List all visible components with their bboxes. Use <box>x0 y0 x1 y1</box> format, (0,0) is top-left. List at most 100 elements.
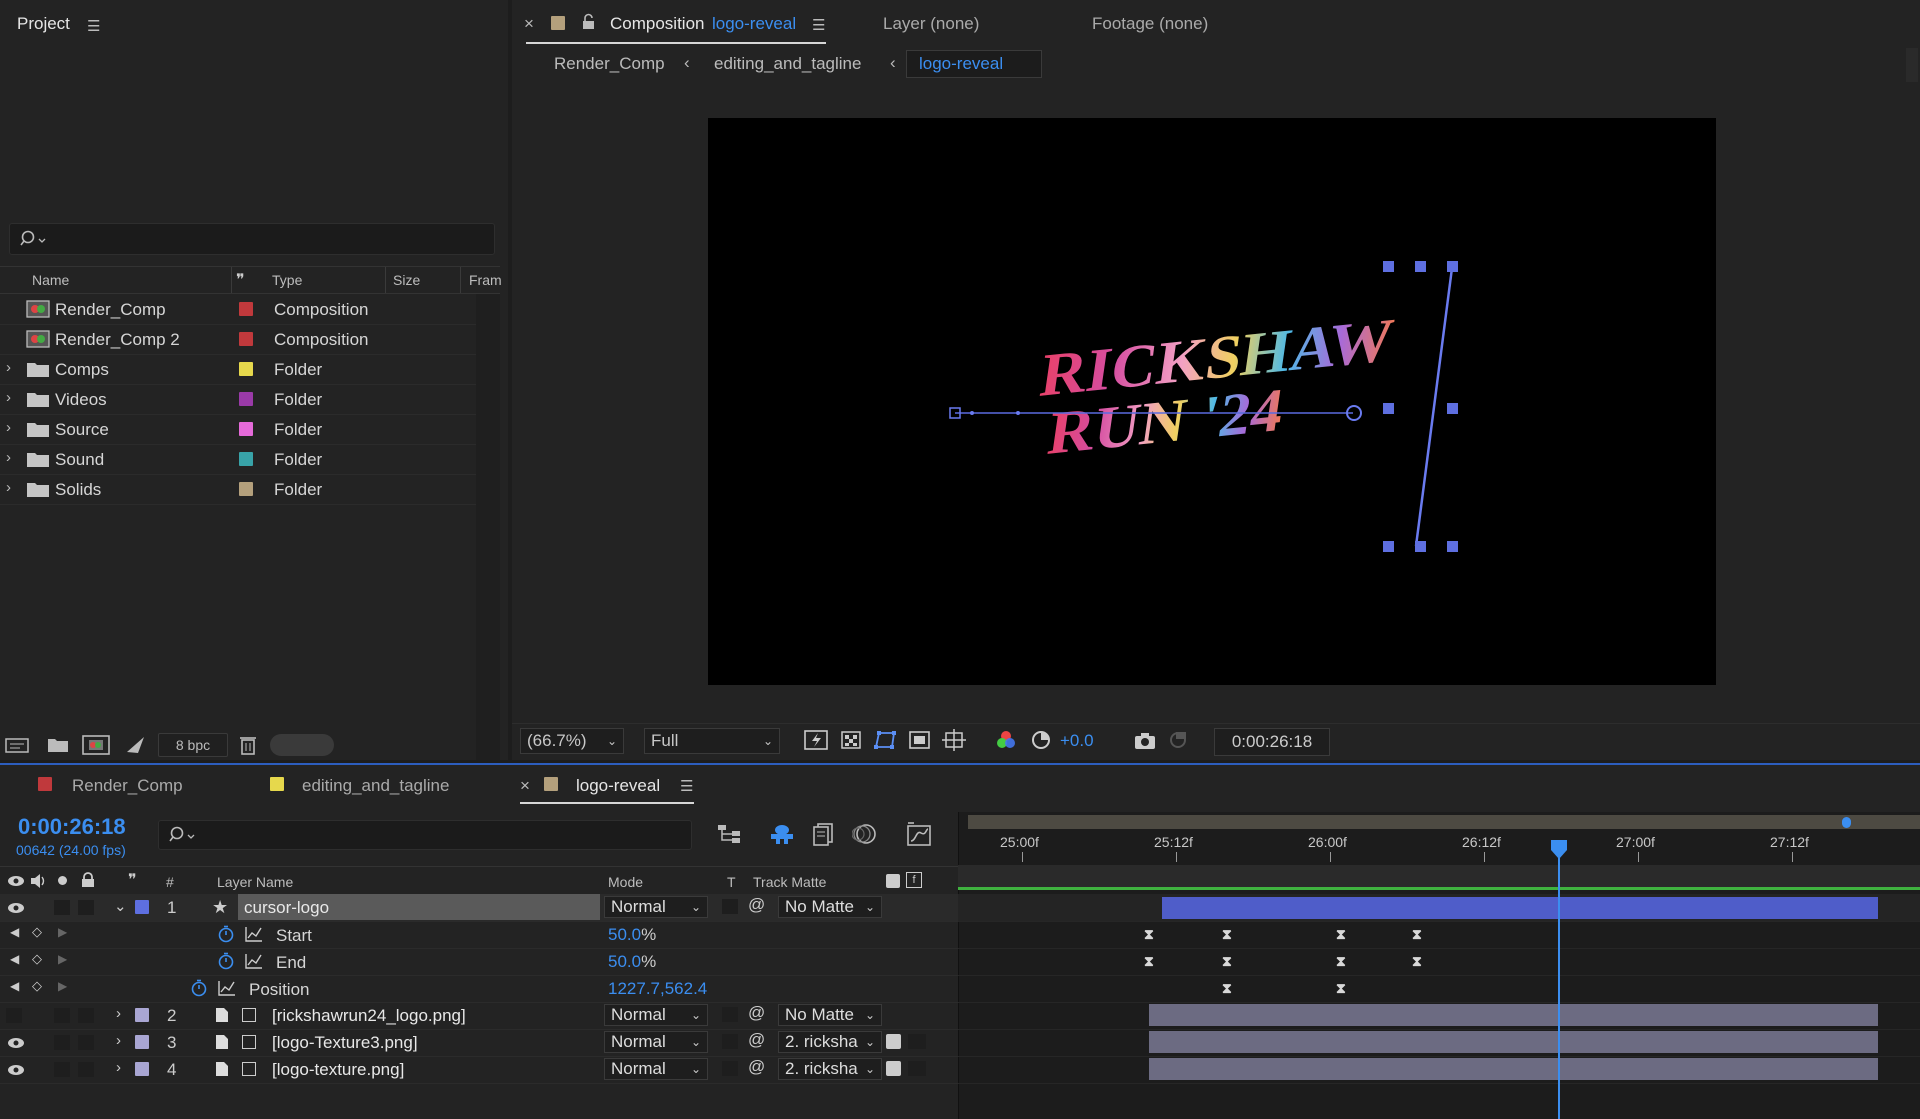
layer-row[interactable]: ⌄ 1 ★ cursor-logo Normal ⌄ @ No Matte ⌄ <box>0 894 958 922</box>
graph-icon[interactable] <box>218 980 236 996</box>
keyframe-marker[interactable]: ⧗ <box>1144 926 1154 943</box>
prev-keyframe-icon[interactable]: ◀ <box>10 952 19 966</box>
cursor-shape[interactable] <box>1414 267 1454 547</box>
timeline-search-input[interactable] <box>158 820 692 850</box>
fast-preview-icon[interactable] <box>804 729 830 751</box>
add-keyframe-icon[interactable]: ◇ <box>32 924 42 940</box>
chevron-right-icon[interactable]: › <box>116 1005 121 1022</box>
viewer-timecode[interactable]: 0:00:26:18 <box>1214 728 1330 756</box>
solo-box[interactable] <box>54 1035 70 1050</box>
col-layer-name[interactable]: Layer Name <box>217 874 293 890</box>
color-channels-icon[interactable] <box>994 729 1018 751</box>
label-color-swatch[interactable] <box>239 452 253 466</box>
current-time-display[interactable]: 0:00:26:18 <box>18 814 126 840</box>
time-ruler[interactable]: 25:00f 25:12f 26:00f 26:12f 27:00f 27:12f <box>968 832 1920 862</box>
project-item[interactable]: › Solids Folder <box>0 474 476 505</box>
new-folder-icon[interactable] <box>46 735 70 755</box>
switch-box-icon[interactable] <box>242 1008 256 1022</box>
matte-mask-icon[interactable] <box>886 874 900 888</box>
timeline-tab-logo-reveal[interactable]: × logo-reveal ☰ <box>520 774 694 804</box>
label-color-swatch[interactable] <box>239 362 253 376</box>
chevron-down-icon[interactable]: ⌄ <box>114 897 127 915</box>
graph-icon[interactable] <box>245 953 263 969</box>
tag-icon[interactable]: ❞ <box>236 270 245 290</box>
layer-row[interactable]: › 4 [logo-texture.png] Normal ⌄ @ 2. rick… <box>0 1056 958 1084</box>
viewer-scrollbar[interactable] <box>1906 48 1918 82</box>
layer-row[interactable]: › 2 [rickshawrun24_logo.png] Normal ⌄ @ N… <box>0 1002 958 1030</box>
mask-path-icon[interactable] <box>872 729 898 751</box>
lock-box[interactable] <box>78 900 94 915</box>
track-matte-dropdown[interactable]: 2. ricksha ⌄ <box>778 1058 882 1080</box>
next-keyframe-icon[interactable]: ▶ <box>58 979 67 993</box>
project-item[interactable]: › Source Folder <box>0 414 476 445</box>
col-size[interactable]: Size <box>393 272 420 288</box>
track-matte-dropdown[interactable]: No Matte ⌄ <box>778 896 882 918</box>
property-row[interactable]: ◀ ◇ ▶ Position 1227.7,562.4 <box>0 975 958 1003</box>
solo-icon[interactable] <box>58 876 67 885</box>
chevron-right-icon[interactable]: › <box>6 389 11 406</box>
keyframe-marker[interactable]: ⧗ <box>1412 926 1422 943</box>
project-item[interactable]: › Sound Folder <box>0 444 476 475</box>
keyframe-marker[interactable]: ⧗ <box>1336 980 1346 997</box>
project-search-input[interactable] <box>9 223 495 255</box>
label-color-swatch[interactable] <box>239 302 253 316</box>
timeline-tab-editing[interactable]: editing_and_tagline <box>270 774 490 804</box>
chevron-right-icon[interactable]: › <box>6 449 11 466</box>
col-track-matte[interactable]: Track Matte <box>753 874 826 890</box>
layer-row[interactable]: › 3 [logo-Texture3.png] Normal ⌄ @ 2. ric… <box>0 1029 958 1057</box>
switch-box-icon[interactable] <box>242 1062 256 1076</box>
transparency-grid-icon[interactable] <box>840 729 864 751</box>
panel-menu-icon[interactable]: ☰ <box>87 17 100 35</box>
eye-icon[interactable] <box>7 901 25 915</box>
property-value[interactable]: 50.0% <box>608 925 656 945</box>
grid-guides-icon[interactable] <box>942 729 968 751</box>
eye-icon[interactable] <box>7 1036 25 1050</box>
tab-footage[interactable]: Footage (none) <box>1092 14 1208 34</box>
label-color-swatch[interactable] <box>239 392 253 406</box>
add-keyframe-icon[interactable]: ◇ <box>32 978 42 994</box>
layer-name[interactable]: cursor-logo <box>238 894 600 920</box>
interpret-footage-icon[interactable] <box>5 735 31 755</box>
stopwatch-icon[interactable] <box>217 952 235 970</box>
prev-keyframe-icon[interactable]: ◀ <box>10 925 19 939</box>
keyframe-marker[interactable]: ⧗ <box>1222 980 1232 997</box>
layer-duration-bar[interactable] <box>1149 1004 1878 1026</box>
project-settings-icon[interactable] <box>124 734 148 756</box>
preserve-transparency-box[interactable] <box>722 1061 738 1076</box>
next-keyframe-icon[interactable]: ▶ <box>58 925 67 939</box>
lock-box[interactable] <box>78 1062 94 1077</box>
mode-dropdown[interactable]: Normal ⌄ <box>604 896 708 918</box>
solo-box[interactable] <box>54 900 70 915</box>
layer-name[interactable]: [logo-Texture3.png] <box>266 1029 424 1055</box>
layer-name[interactable]: [rickshawrun24_logo.png] <box>266 1002 472 1028</box>
keyframe-marker[interactable]: ⧗ <box>1336 926 1346 943</box>
frame-blending-icon[interactable] <box>810 822 838 846</box>
layer-name[interactable]: [logo-texture.png] <box>266 1056 410 1082</box>
switch-box-icon[interactable] <box>242 1035 256 1049</box>
mode-dropdown[interactable]: Normal ⌄ <box>604 1058 708 1080</box>
property-row[interactable]: ◀ ◇ ▶ Start 50.0% <box>0 921 958 949</box>
graph-editor-icon[interactable] <box>906 821 934 847</box>
matte-curve-icon[interactable]: f <box>906 872 922 888</box>
breadcrumb-editing[interactable]: editing_and_tagline <box>714 54 861 74</box>
property-row[interactable]: ◀ ◇ ▶ End 50.0% <box>0 948 958 976</box>
invert-matte-box[interactable] <box>908 1061 926 1076</box>
track-matte-spiral-icon[interactable]: @ <box>748 895 765 915</box>
zoom-dropdown[interactable]: (66.7%) ⌄ <box>520 728 624 754</box>
property-value[interactable]: 50.0% <box>608 952 656 972</box>
keyframe-marker[interactable]: ⧗ <box>1222 926 1232 943</box>
track-matte-spiral-icon[interactable]: @ <box>748 1003 765 1023</box>
mode-dropdown[interactable]: Normal ⌄ <box>604 1004 708 1026</box>
project-item[interactable]: › Videos Folder <box>0 384 476 415</box>
project-item[interactable]: Render_Comp Composition <box>0 294 476 325</box>
label-color-swatch[interactable] <box>239 422 253 436</box>
layer-duration-bar[interactable] <box>1149 1058 1878 1080</box>
add-keyframe-icon[interactable]: ◇ <box>32 951 42 967</box>
property-value[interactable]: 1227.7,562.4 <box>608 979 707 999</box>
prev-keyframe-icon[interactable]: ◀ <box>10 979 19 993</box>
next-keyframe-icon[interactable]: ▶ <box>58 952 67 966</box>
work-area-end-handle[interactable] <box>1842 817 1851 828</box>
keyframe-marker[interactable]: ⧗ <box>1222 953 1232 970</box>
exposure-reset-icon[interactable] <box>1030 729 1052 751</box>
keyframe-marker[interactable]: ⧗ <box>1336 953 1346 970</box>
